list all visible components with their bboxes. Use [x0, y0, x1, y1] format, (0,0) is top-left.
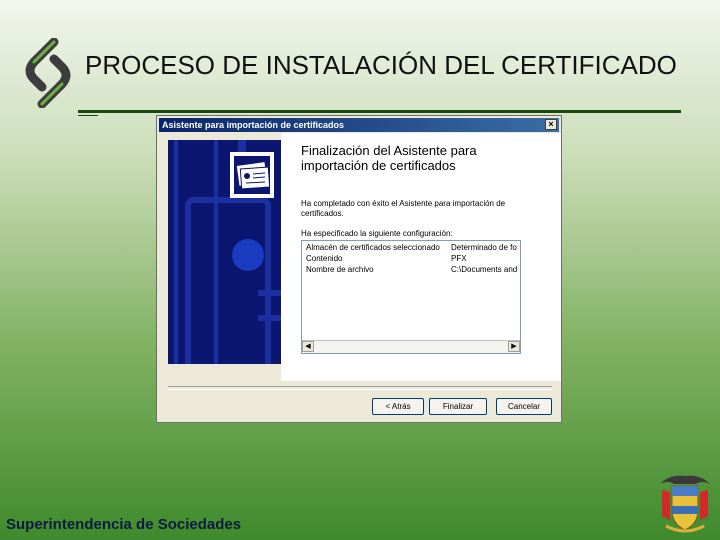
dialog-title: Asistente para importación de certificad…: [162, 120, 345, 130]
completion-message: Ha completado con éxito el Asistente par…: [301, 199, 506, 218]
horizontal-scrollbar[interactable]: ◀ ▶: [302, 340, 520, 353]
dialog-titlebar[interactable]: Asistente para importación de certificad…: [159, 118, 559, 132]
back-button[interactable]: < Atrás: [372, 398, 424, 415]
title-rule: [78, 110, 681, 113]
setting-name: Almacén de certificados seleccionado: [306, 243, 440, 252]
setting-name: Nombre de archivo: [306, 265, 374, 274]
config-label: Ha especificado la siguiente configuraci…: [301, 229, 453, 238]
scroll-right-icon[interactable]: ▶: [508, 341, 520, 352]
coat-of-arms-icon: [660, 475, 710, 533]
footer-organization: Superintendencia de Sociedades: [6, 516, 242, 533]
settings-list[interactable]: Almacén de certificados seleccionado Det…: [301, 240, 521, 354]
certificate-import-wizard-dialog: Asistente para importación de certificad…: [156, 115, 562, 423]
setting-name: Contenido: [306, 254, 343, 263]
title-rule-accent: [78, 115, 98, 116]
finish-button[interactable]: Finalizar: [429, 398, 487, 415]
cancel-button[interactable]: Cancelar: [496, 398, 552, 415]
certificate-icon: [230, 152, 274, 198]
button-separator: [168, 386, 552, 390]
wizard-heading: Finalización del Asistente para importac…: [301, 143, 477, 173]
slide-title: PROCESO DE INSTALACIÓN DEL CERTIFICADO: [85, 50, 677, 80]
setting-value: C:\Documents and: [451, 265, 518, 274]
setting-value: Determinado de fo: [451, 243, 517, 252]
wizard-side-graphic: [168, 140, 281, 364]
scroll-left-icon[interactable]: ◀: [302, 341, 314, 352]
setting-value: PFX: [451, 254, 467, 263]
wizard-content: Finalización del Asistente para importac…: [281, 133, 561, 381]
close-button[interactable]: ×: [545, 119, 557, 130]
superintendencia-logo-icon: [25, 38, 71, 108]
